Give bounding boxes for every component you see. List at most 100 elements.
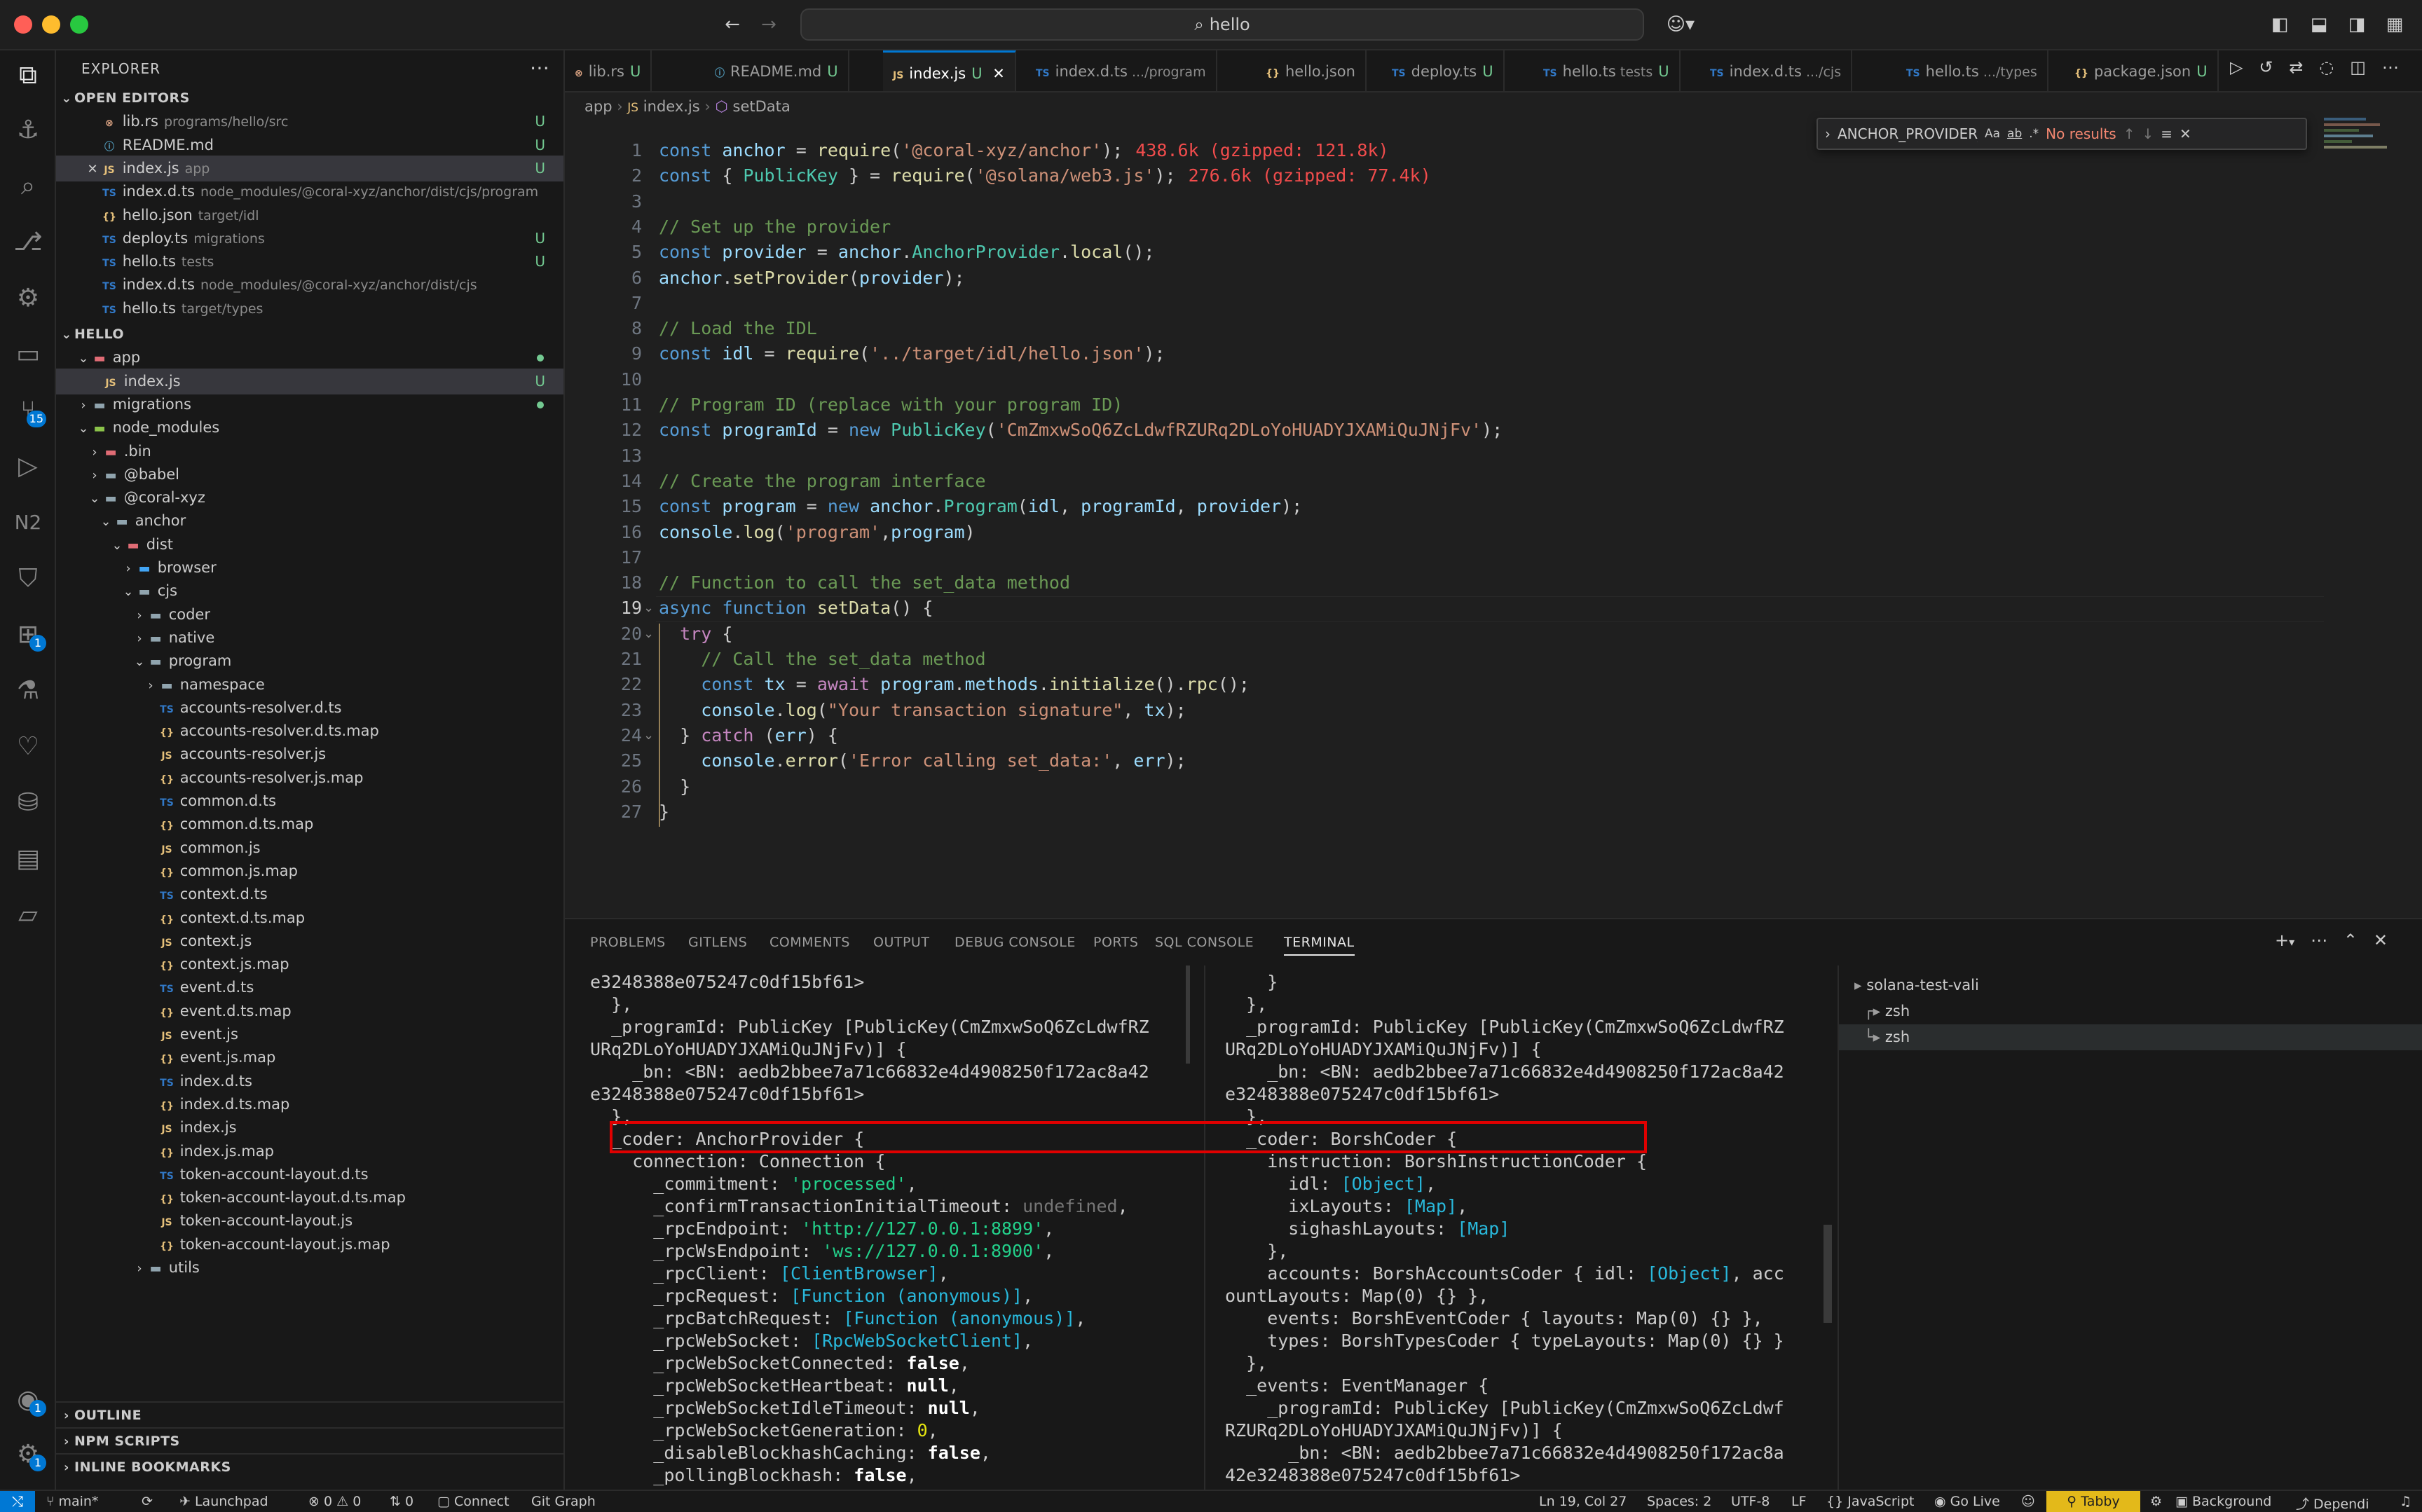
workspace-header[interactable]: ⌄ HELLO <box>56 322 563 348</box>
open-editor-item[interactable]: TS hello.ts tests U <box>56 249 563 275</box>
terminal-instance[interactable]: ┌▸ zsh <box>1839 998 2422 1024</box>
sync-icon[interactable]: ⟳ <box>142 1494 153 1509</box>
tab-hello-json[interactable]: {} hello.json <box>1256 50 1367 91</box>
sidebar-section-inline-bookmarks[interactable]: › INLINE BOOKMARKS <box>56 1453 563 1479</box>
connect-status[interactable]: ▢ Connect <box>437 1494 509 1509</box>
panel-tab-terminal[interactable]: TERMINAL <box>1284 935 1355 956</box>
copilot-icon[interactable]: ☺▾ <box>1660 13 1702 36</box>
dependi-status[interactable]: ⤴ Dependi <box>2296 1494 2369 1512</box>
more-actions-icon[interactable]: ⋯ <box>2311 930 2327 950</box>
toggle-sidebar-icon[interactable]: ◧ <box>2268 13 2292 36</box>
terminal-instance[interactable]: ▸ solana-test-vali <box>1839 973 2422 998</box>
remote-indicator-icon[interactable]: ⤭ <box>0 1491 35 1512</box>
panel-tab-sql-console[interactable]: SQL CONSOLE <box>1155 935 1254 950</box>
extensions-icon[interactable]: ⊞ 1 <box>10 617 46 653</box>
close-panel-icon[interactable]: ✕ <box>2374 930 2388 950</box>
tree-folder[interactable]: › ▬ migrations <box>56 392 563 418</box>
minimap[interactable] <box>2324 114 2394 170</box>
more-actions-icon[interactable]: ⋯ <box>2382 57 2399 77</box>
encoding[interactable]: UTF-8 <box>1731 1494 1770 1509</box>
tab-hello-ts[interactable]: TS hello.ts .../types <box>1896 50 2048 91</box>
tree-file[interactable]: JS token-account-layout.js <box>56 1208 563 1234</box>
fold-chevron-icon[interactable]: ⌄ <box>643 600 654 615</box>
open-editor-item[interactable]: TS index.d.ts node_modules/@coral-xyz/anc… <box>56 272 563 298</box>
tree-folder[interactable]: ⌄ ▬ anchor <box>56 508 563 534</box>
command-center-search[interactable]: ⌕ hello <box>800 8 1644 41</box>
tree-file[interactable]: {} common.js.map <box>56 858 563 884</box>
more-actions-icon[interactable]: ⋯ <box>530 56 549 79</box>
eol[interactable]: LF <box>1791 1494 1807 1509</box>
breadcrumb-file[interactable]: index.js <box>643 98 700 115</box>
previous-match-icon[interactable]: ↑ <box>2123 125 2135 142</box>
terminal-right-scrollbar[interactable] <box>1824 1225 1832 1323</box>
open-editor-item[interactable]: ⊗ lib.rs programs/hello/src U <box>56 109 563 135</box>
tree-file[interactable]: TS context.d.ts <box>56 881 563 907</box>
indentation[interactable]: Spaces: 2 <box>1647 1494 1711 1509</box>
maximize-window-button[interactable] <box>70 15 88 34</box>
tree-folder[interactable]: ⌄ ▬ cjs <box>56 578 563 604</box>
regex-toggle[interactable]: .* <box>2029 127 2039 141</box>
tree-file[interactable]: JS index.js U <box>56 368 563 394</box>
tree-folder[interactable]: › ▬ namespace <box>56 672 563 698</box>
code-editor[interactable]: 1 const anchor = require('@coral-xyz/anch… <box>565 121 2422 918</box>
open-editor-item[interactable]: ✕ JS index.js app U <box>56 155 563 181</box>
tree-file[interactable]: {} accounts-resolver.js.map <box>56 765 563 791</box>
go-live[interactable]: ◉ Go Live <box>1934 1494 2000 1509</box>
tree-folder[interactable]: ⌄ ▬ @coral-xyz <box>56 485 563 511</box>
open-editor-item[interactable]: TS hello.ts target/types <box>56 296 563 322</box>
chevron-right-icon[interactable]: › <box>132 1256 147 1281</box>
tree-file[interactable]: {} common.d.ts.map <box>56 811 563 837</box>
tree-folder[interactable]: › ▬ .bin <box>56 439 563 465</box>
tree-file[interactable]: JS event.js <box>56 1022 563 1047</box>
testing-icon[interactable]: ⚗ <box>10 673 46 709</box>
run-icon[interactable]: ▷ <box>2230 57 2243 77</box>
tree-folder[interactable]: › ▬ native <box>56 625 563 651</box>
panel-tab-debug-console[interactable]: DEBUG CONSOLE <box>955 935 1076 950</box>
branch-status[interactable]: ⑂ main* <box>46 1494 98 1509</box>
cursor-position[interactable]: Ln 19, Col 27 <box>1539 1494 1627 1509</box>
tree-file[interactable]: {} accounts-resolver.d.ts.map <box>56 718 563 744</box>
compare-icon[interactable]: ⇄ <box>2289 57 2303 77</box>
open-editors-header[interactable]: ⌄ OPEN EDITORS <box>56 85 563 111</box>
tree-file[interactable]: {} event.d.ts.map <box>56 998 563 1024</box>
background-status[interactable]: ▣ Background <box>2175 1494 2271 1509</box>
tree-folder[interactable]: ⌄ ▬ program <box>56 648 563 674</box>
source-control-icon[interactable]: ⑂ 15 <box>10 392 46 429</box>
settings-sync-icon[interactable]: ⚙ <box>2150 1494 2162 1509</box>
explorer-icon[interactable]: ⧉ <box>10 57 46 94</box>
tree-file[interactable]: {} event.js.map <box>56 1045 563 1071</box>
tree-file[interactable]: JS accounts-resolver.js <box>56 741 563 767</box>
panel-tab-problems[interactable]: PROBLEMS <box>590 935 666 950</box>
toggle-secondary-sidebar-icon[interactable]: ◨ <box>2345 13 2369 36</box>
toggle-replace-icon[interactable]: › <box>1825 125 1831 142</box>
maximize-panel-icon[interactable]: ⌃ <box>2344 930 2358 950</box>
next-match-icon[interactable]: ↓ <box>2142 125 2154 142</box>
close-find-icon[interactable]: ✕ <box>2180 125 2191 142</box>
split-editor-icon[interactable]: ◫ <box>2350 57 2366 77</box>
folder-icon[interactable]: ▱ <box>10 897 46 933</box>
find-in-selection-icon[interactable]: ≡ <box>2161 125 2173 142</box>
notifications-icon[interactable]: ♫ <box>2400 1494 2411 1509</box>
panel-tab-ports[interactable]: PORTS <box>1093 935 1138 950</box>
back-arrow-icon[interactable]: ← <box>720 13 744 36</box>
tree-file[interactable]: TS common.d.ts <box>56 788 563 814</box>
tree-folder[interactable]: ⌄ ▬ app <box>56 345 563 371</box>
tab-README-md[interactable]: ⓘ README.md U <box>705 50 849 91</box>
ports-status[interactable]: ⇅ 0 <box>390 1494 413 1509</box>
close-window-button[interactable] <box>14 15 32 34</box>
tree-folder[interactable]: › ▬ coder <box>56 602 563 628</box>
fold-chevron-icon[interactable]: ⌄ <box>643 626 654 641</box>
panel-tab-gitlens[interactable]: GITLENS <box>688 935 747 950</box>
tabby-status[interactable]: ⚲ Tabby <box>2046 1491 2140 1512</box>
tree-file[interactable]: TS event.d.ts <box>56 975 563 1001</box>
tree-folder[interactable]: ⌄ ▬ dist <box>56 532 563 558</box>
tab-index-js[interactable]: JS index.js U ✕ <box>883 50 1016 91</box>
breadcrumb-symbol[interactable]: setData <box>733 98 791 115</box>
new-terminal-icon[interactable]: + <box>2275 930 2289 950</box>
tab-deploy-ts[interactable]: TS deploy.ts U <box>1382 50 1505 91</box>
customize-layout-icon[interactable]: ▦ <box>2383 13 2407 36</box>
tab-package-json[interactable]: {} package.json U <box>2065 50 2219 91</box>
open-editor-item[interactable]: {} hello.json target/idl <box>56 202 563 228</box>
terminal-left-scrollbar[interactable] <box>1186 965 1190 1064</box>
breadcrumb-folder[interactable]: app <box>584 98 613 115</box>
